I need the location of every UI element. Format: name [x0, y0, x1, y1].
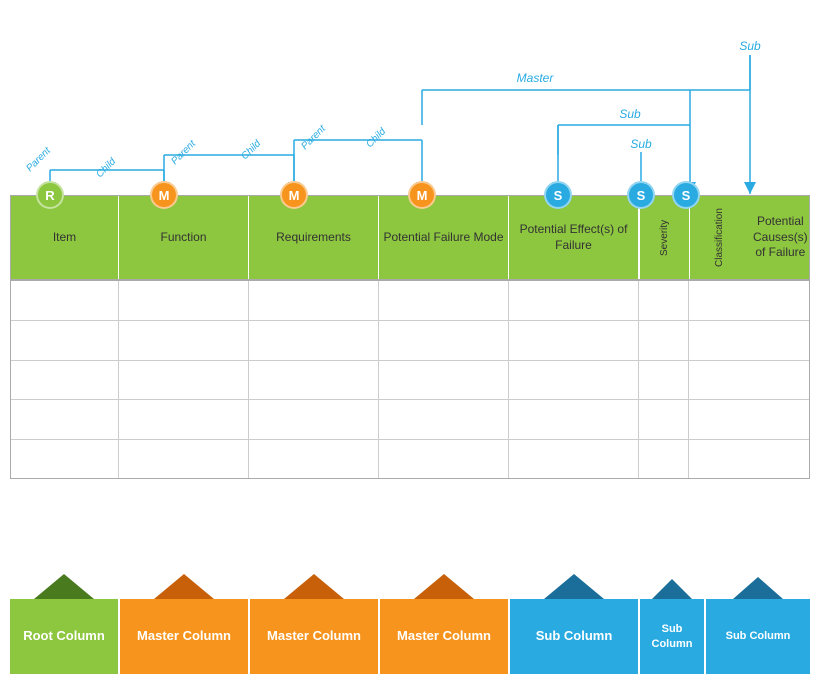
- header-cell-failure-mode: Potential Failure Mode: [379, 196, 509, 279]
- sub-column-2-label: Sub Column: [640, 622, 704, 651]
- master-column-1-label: Master Column: [137, 628, 231, 645]
- badge-master-3: M: [408, 181, 436, 209]
- sub-column-3-label: Sub Column: [726, 629, 791, 643]
- sub-arrow-tip-2: [652, 579, 692, 599]
- svg-text:Parent: Parent: [169, 138, 198, 167]
- diagram-container: Master Sub Sub Sub Parent Child Parent C…: [0, 0, 820, 674]
- data-area: [10, 280, 810, 479]
- badge-master-2: M: [280, 181, 308, 209]
- svg-text:Child: Child: [364, 126, 388, 150]
- svg-text:Sub: Sub: [619, 107, 641, 121]
- root-column-label: Root Column: [23, 628, 105, 645]
- master-arrow-tip-2: [284, 574, 344, 599]
- arrow-master-column-3: Master Column: [380, 574, 508, 674]
- master-arrow-tip-3: [414, 574, 474, 599]
- svg-text:Sub: Sub: [630, 137, 652, 151]
- svg-text:Child: Child: [239, 138, 263, 162]
- header-cell-causes: Potential Causes(s) of Failure: [749, 196, 813, 279]
- sub-arrow-tip-3: [733, 577, 783, 599]
- header-cell-effects: Potential Effect(s) of Failure: [509, 196, 639, 279]
- svg-text:Parent: Parent: [299, 123, 328, 152]
- header-cell-item: Item: [11, 196, 119, 279]
- svg-text:Master: Master: [517, 71, 555, 85]
- svg-text:Child: Child: [94, 156, 118, 180]
- sub-arrow-tip-1: [544, 574, 604, 599]
- header-cell-classification: Classification: [689, 196, 749, 279]
- sub-column-1-label: Sub Column: [536, 628, 613, 645]
- data-border: [10, 280, 810, 479]
- header-cell-function: Function: [119, 196, 249, 279]
- header-cell-requirements: Requirements: [249, 196, 379, 279]
- svg-text:Sub: Sub: [739, 39, 761, 53]
- arrow-master-column-2: Master Column: [250, 574, 378, 674]
- arrow-sub-column-1: Sub Column: [510, 574, 638, 674]
- badge-sub-2: S: [627, 181, 655, 209]
- master-arrow-tip-1: [154, 574, 214, 599]
- arrow-sub-column-2: Sub Column: [640, 574, 704, 674]
- root-arrow-tip: [34, 574, 94, 599]
- badge-root: R: [36, 181, 64, 209]
- badge-sub-3: S: [672, 181, 700, 209]
- badge-sub-1: S: [544, 181, 572, 209]
- arrow-sub-column-3: Sub Column: [706, 574, 810, 674]
- arrow-root-column: Root Column: [10, 574, 118, 674]
- svg-text:Parent: Parent: [24, 145, 53, 174]
- master-column-2-label: Master Column: [267, 628, 361, 645]
- master-column-3-label: Master Column: [397, 628, 491, 645]
- badge-master-1: M: [150, 181, 178, 209]
- arrow-master-column-1: Master Column: [120, 574, 248, 674]
